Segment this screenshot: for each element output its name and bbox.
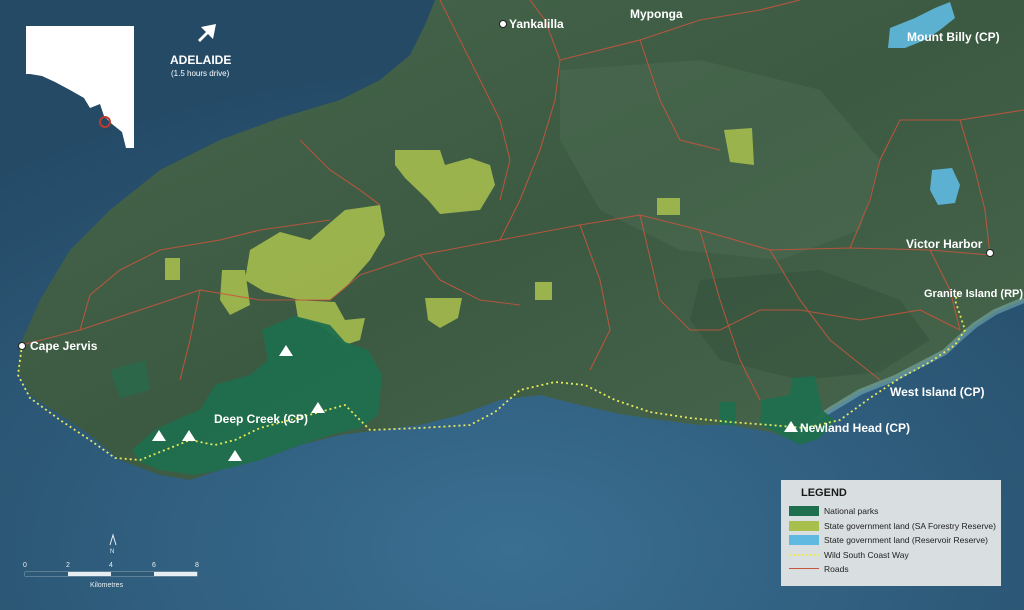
legend-item-reservoir-reserve: State government land (Reservoir Reserve… bbox=[789, 533, 993, 548]
legend-label: State government land (Reservoir Reserve… bbox=[824, 535, 988, 546]
legend-label: Wild South Coast Way bbox=[824, 549, 909, 560]
legend-item-coast-way: Wild South Coast Way bbox=[789, 548, 993, 563]
label-west-island: West Island (CP) bbox=[890, 385, 984, 399]
scale-tick: 4 bbox=[109, 562, 113, 569]
scale-unit-label: Kilometres bbox=[90, 582, 124, 589]
legend-item-roads: Roads bbox=[789, 562, 993, 577]
north-label: N bbox=[110, 549, 114, 555]
forestry-reserve[interactable] bbox=[657, 198, 680, 215]
label-mount-billy: Mount Billy (CP) bbox=[907, 30, 1000, 44]
scale-tick: 8 bbox=[195, 562, 199, 569]
inset-city-label: ADELAIDE bbox=[170, 53, 231, 67]
legend-swatch bbox=[789, 506, 819, 517]
label-newland-head: Newland Head (CP) bbox=[800, 421, 910, 435]
inset-drive-time: (1.5 hours drive) bbox=[171, 69, 230, 78]
legend-label: Roads bbox=[824, 564, 849, 575]
legend-item-forestry-reserve: State government land (SA Forestry Reser… bbox=[789, 519, 996, 534]
town-dot-cape-jervis[interactable] bbox=[18, 342, 26, 350]
forestry-reserve[interactable] bbox=[535, 282, 552, 300]
label-cape-jervis: Cape Jervis bbox=[30, 339, 98, 353]
label-deep-creek: Deep Creek (CP) bbox=[214, 412, 308, 426]
forestry-reserve[interactable] bbox=[165, 258, 180, 280]
legend-item-national-parks: National parks bbox=[789, 504, 993, 519]
national-park-small[interactable] bbox=[720, 402, 736, 425]
legend-swatch bbox=[789, 535, 819, 546]
town-dot-yankalilla[interactable] bbox=[499, 20, 507, 28]
scale-tick: 6 bbox=[152, 562, 156, 569]
legend-label: National parks bbox=[824, 506, 879, 517]
legend-swatch bbox=[789, 564, 819, 574]
legend-swatch bbox=[789, 520, 819, 531]
legend-swatch bbox=[789, 550, 819, 560]
scale-tick: 2 bbox=[66, 562, 70, 569]
scale-tick: 0 bbox=[23, 562, 27, 569]
label-yankalilla: Yankalilla bbox=[509, 17, 564, 31]
label-granite-island: Granite Island (RP) bbox=[924, 288, 1023, 300]
legend-title: LEGEND bbox=[801, 487, 847, 499]
town-dot-victor-harbor[interactable] bbox=[986, 249, 994, 257]
label-victor-harbor: Victor Harbor bbox=[906, 237, 983, 251]
legend-label: State government land (SA Forestry Reser… bbox=[824, 520, 996, 531]
legend: LEGEND National parks State government l… bbox=[781, 480, 1001, 586]
label-myponga: Myponga bbox=[630, 7, 683, 21]
